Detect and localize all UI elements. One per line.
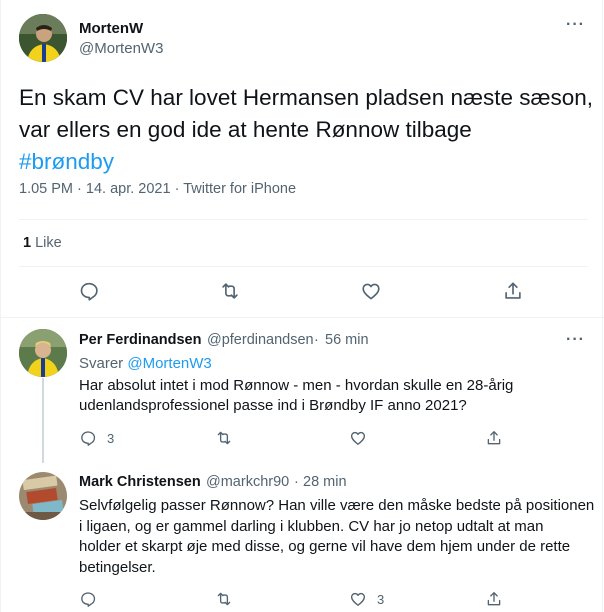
author-name[interactable]: MortenW bbox=[79, 20, 143, 37]
reply-tweet[interactable]: Mark Christensen @markchr90 · 28 min Sel… bbox=[1, 464, 604, 612]
avatar[interactable] bbox=[19, 472, 67, 520]
hashtag-link[interactable]: #brøndby bbox=[19, 146, 589, 178]
like-button[interactable]: 3 bbox=[349, 590, 384, 608]
reply-icon bbox=[79, 429, 97, 447]
author-name[interactable]: Per Ferdinandsen bbox=[79, 332, 201, 348]
replying-prefix: Svarer bbox=[79, 355, 124, 372]
reply-tweet[interactable]: Per Ferdinandsen @pferdinandsen · 56 min… bbox=[1, 319, 604, 464]
reply-icon bbox=[79, 590, 97, 608]
retweet-button[interactable] bbox=[215, 429, 233, 447]
author-handle[interactable]: @markchr90 bbox=[206, 474, 289, 490]
like-button[interactable] bbox=[360, 280, 382, 302]
reply-text: Har absolut intet i mod Rønnow - men - h… bbox=[79, 376, 599, 416]
reply-age[interactable]: 28 min bbox=[303, 474, 347, 490]
share-icon bbox=[502, 280, 524, 302]
author-name[interactable]: Mark Christensen bbox=[79, 474, 201, 490]
share-icon bbox=[485, 429, 503, 447]
more-icon[interactable]: ··· bbox=[566, 331, 585, 349]
like-icon bbox=[349, 590, 367, 608]
retweet-icon bbox=[219, 280, 241, 302]
share-button[interactable] bbox=[485, 429, 503, 447]
avatar[interactable] bbox=[19, 14, 67, 62]
reply-text: Selvfølgelig passer Rønnow? Han ville væ… bbox=[79, 496, 599, 578]
tweet-text-line: var ellers en god ide at hente Rønnow ti… bbox=[19, 117, 472, 142]
reply-icon bbox=[78, 280, 100, 302]
share-button[interactable] bbox=[485, 590, 503, 608]
like-button[interactable] bbox=[349, 429, 367, 447]
like-count: 3 bbox=[377, 591, 385, 607]
share-button[interactable] bbox=[502, 280, 524, 302]
reply-text-line: Har absolut intet i mod Rønnow - men - h… bbox=[79, 377, 514, 394]
main-tweet: MortenW @MortenW3 ··· En skam CV har lov… bbox=[1, 0, 604, 318]
tweet-text-line: En skam CV har lovet Hermansen pladsen n… bbox=[19, 85, 594, 110]
divider bbox=[19, 219, 588, 220]
reply-text-line: holder et skarpt øje med disse, og gerne… bbox=[79, 538, 571, 555]
author-handle[interactable]: @MortenW3 bbox=[79, 40, 163, 57]
like-count-number: 1 bbox=[23, 235, 32, 251]
tweet-date[interactable]: 14. apr. 2021 bbox=[86, 181, 171, 197]
reply-text-line: udenlandsprofessionel passe ind i Brøndb… bbox=[79, 397, 467, 414]
reply-text-line: Selvfølgelig passer Rønnow? Han ville væ… bbox=[79, 497, 595, 514]
reply-age[interactable]: 56 min bbox=[325, 332, 369, 348]
likes-count[interactable]: 1 Like bbox=[23, 235, 62, 251]
more-icon[interactable]: ··· bbox=[566, 16, 585, 34]
replying-to: Svarer @MortenW3 bbox=[79, 354, 599, 374]
like-icon bbox=[360, 280, 382, 302]
retweet-button[interactable] bbox=[215, 590, 233, 608]
author-handle[interactable]: @pferdinandsen bbox=[207, 332, 314, 348]
reply-text-line: betingelser. bbox=[79, 558, 156, 576]
retweet-button[interactable] bbox=[219, 280, 241, 302]
reply-button[interactable] bbox=[78, 280, 100, 302]
reply-count: 3 bbox=[107, 430, 115, 446]
like-count-label: Like bbox=[35, 235, 62, 251]
tweet-source[interactable]: Twitter for iPhone bbox=[183, 181, 296, 197]
tweet-time[interactable]: 1.05 PM bbox=[19, 181, 73, 197]
tweet-text: En skam CV har lovet Hermansen pladsen n… bbox=[19, 82, 594, 178]
reply-button[interactable] bbox=[79, 590, 97, 608]
like-icon bbox=[349, 429, 367, 447]
tweet-metadata: 1.05 PM · 14. apr. 2021 · Twitter for iP… bbox=[19, 181, 297, 197]
divider bbox=[19, 266, 588, 267]
reply-button[interactable]: 3 bbox=[79, 429, 114, 447]
tweet-detail-frame: MortenW @MortenW3 ··· En skam CV har lov… bbox=[0, 0, 604, 612]
reply-text-line: i ligaen, og er gammel darling i klubben… bbox=[79, 517, 544, 535]
avatar[interactable] bbox=[19, 329, 67, 377]
thread-line bbox=[42, 378, 44, 463]
mention-link[interactable]: @MortenW3 bbox=[127, 355, 211, 372]
retweet-icon bbox=[215, 429, 233, 447]
retweet-icon bbox=[215, 590, 233, 608]
share-icon bbox=[485, 590, 503, 608]
